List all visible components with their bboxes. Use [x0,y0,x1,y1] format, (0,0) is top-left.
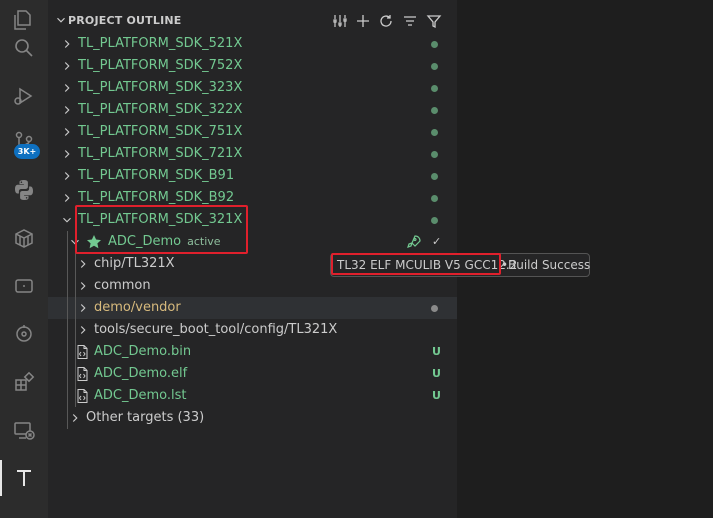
tree-item-sdk-752x[interactable]: TL_PLATFORM_SDK_752X [48,55,457,77]
tree-item-file-bin[interactable]: ADC_Demo.bin U [48,341,457,363]
file-icon [77,389,88,403]
tree-item-label: tools/secure_boot_tool/config/TL321X [94,322,338,337]
tree-item-label: TL_PLATFORM_SDK_322X [78,102,243,117]
tree-item-label: common [94,278,151,293]
file-icon [77,345,88,359]
device-icon[interactable] [0,262,48,310]
source-control-badge: 3K+ [14,144,40,159]
refresh-icon[interactable] [376,11,396,31]
tree-item-folder-common[interactable]: common [48,275,457,297]
tree-item-project-adc-demo[interactable]: ADC_Demo active ✓ [48,231,457,253]
status-dot [431,63,438,70]
status-dot [431,173,438,180]
chevron-right-icon [64,150,70,158]
extensions-icon[interactable] [0,358,48,406]
tooltip-status: Build Success [508,258,591,272]
rocket-icon[interactable] [406,234,422,250]
tree-item-file-elf[interactable]: ADC_Demo.elf U [48,363,457,385]
chevron-right-icon [64,172,70,180]
run-debug-icon[interactable] [0,72,48,120]
chevron-down-icon [63,217,71,223]
search-icon[interactable] [0,24,48,72]
build-check-icon: ✓ [432,235,442,248]
untracked-badge: U [432,367,441,380]
status-dot [431,151,438,158]
container-icon[interactable] [0,214,48,262]
chevron-right-icon [80,260,86,268]
tree-item-other-targets[interactable]: Other targets (33) [48,407,457,429]
status-dot [431,195,438,202]
chevron-right-icon [80,304,86,312]
chevron-right-icon [64,40,70,48]
status-dot [431,305,438,312]
tree-item-sdk-b92[interactable]: TL_PLATFORM_SDK_B92 [48,187,457,209]
tree-item-label: demo/vendor [94,300,181,315]
chevron-right-icon [72,414,78,422]
chevron-down-icon[interactable] [54,13,68,27]
chevron-right-icon [64,194,70,202]
telink-icon[interactable] [0,454,48,502]
file-icon [77,367,88,381]
tree-item-label: ADC_Demo.bin [94,344,192,359]
star-icon [87,235,101,249]
tree-item-folder-tools[interactable]: tools/secure_boot_tool/config/TL321X [48,319,457,341]
panel-title: PROJECT OUTLINE [68,14,182,27]
remote-icon[interactable] [0,310,48,358]
status-dot [431,217,438,224]
indent-guide [67,231,68,429]
tree-item-label: ADC_Demo.elf [94,366,188,381]
tree-item-sdk-321x[interactable]: TL_PLATFORM_SDK_321X [48,209,457,231]
tree-item-sdk-323x[interactable]: TL_PLATFORM_SDK_323X [48,77,457,99]
status-dot [431,41,438,48]
chevron-right-icon [64,62,70,70]
collapse-all-icon[interactable] [400,11,420,31]
tree-item-folder-demo-vendor[interactable]: demo/vendor [48,297,457,319]
tree-item-label: TL_PLATFORM_SDK_751X [78,124,243,139]
tree-item-sdk-322x[interactable]: TL_PLATFORM_SDK_322X [48,99,457,121]
untracked-badge: U [432,345,441,358]
tree-item-label: TL_PLATFORM_SDK_721X [78,146,243,161]
build-tooltip: TL32 ELF MCULIB V5 GCC12.2 • Build Succe… [330,253,590,277]
tree-item-label: TL_PLATFORM_SDK_B92 [78,190,235,205]
tree-item-sdk-521x[interactable]: TL_PLATFORM_SDK_521X [48,33,457,55]
tree-item-label: chip/TL321X [94,256,175,271]
tree-item-file-lst[interactable]: ADC_Demo.lst U [48,385,457,407]
tree-item-sdk-751x[interactable]: TL_PLATFORM_SDK_751X [48,121,457,143]
activity-bar: 3K+ [0,0,48,518]
active-tag: active [187,235,221,248]
tree-item-label: TL_PLATFORM_SDK_752X [78,58,243,73]
chevron-down-icon [71,239,79,245]
tree-item-label: TL_PLATFORM_SDK_323X [78,80,243,95]
tooltip-target-name: TL32 ELF MCULIB V5 GCC12.2 [337,258,518,272]
remote-explorer-icon[interactable] [0,406,48,454]
status-dot [431,85,438,92]
python-icon[interactable] [0,166,48,214]
status-dot [431,129,438,136]
tree-item-sdk-721x[interactable]: TL_PLATFORM_SDK_721X [48,143,457,165]
tree-item-label: TL_PLATFORM_SDK_321X [78,212,243,227]
tree-item-sdk-b91[interactable]: TL_PLATFORM_SDK_B91 [48,165,457,187]
tree-item-label: Other targets (33) [86,410,205,425]
tree-item-label: ADC_Demo.lst [94,388,187,403]
indent-guide [75,253,76,407]
chevron-right-icon [64,84,70,92]
chevron-right-icon [80,326,86,334]
chevron-right-icon [64,106,70,114]
untracked-badge: U [432,389,441,402]
project-label: ADC_Demo active [108,234,221,249]
chevron-right-icon [64,128,70,136]
tools-icon[interactable] [330,11,350,31]
status-dot [431,107,438,114]
tree-item-label: TL_PLATFORM_SDK_521X [78,36,243,51]
tree-item-label: TL_PLATFORM_SDK_B91 [78,168,235,183]
filter-icon[interactable] [424,11,444,31]
panel-header: PROJECT OUTLINE [48,10,457,32]
add-icon[interactable] [353,11,373,31]
chevron-right-icon [80,282,86,290]
